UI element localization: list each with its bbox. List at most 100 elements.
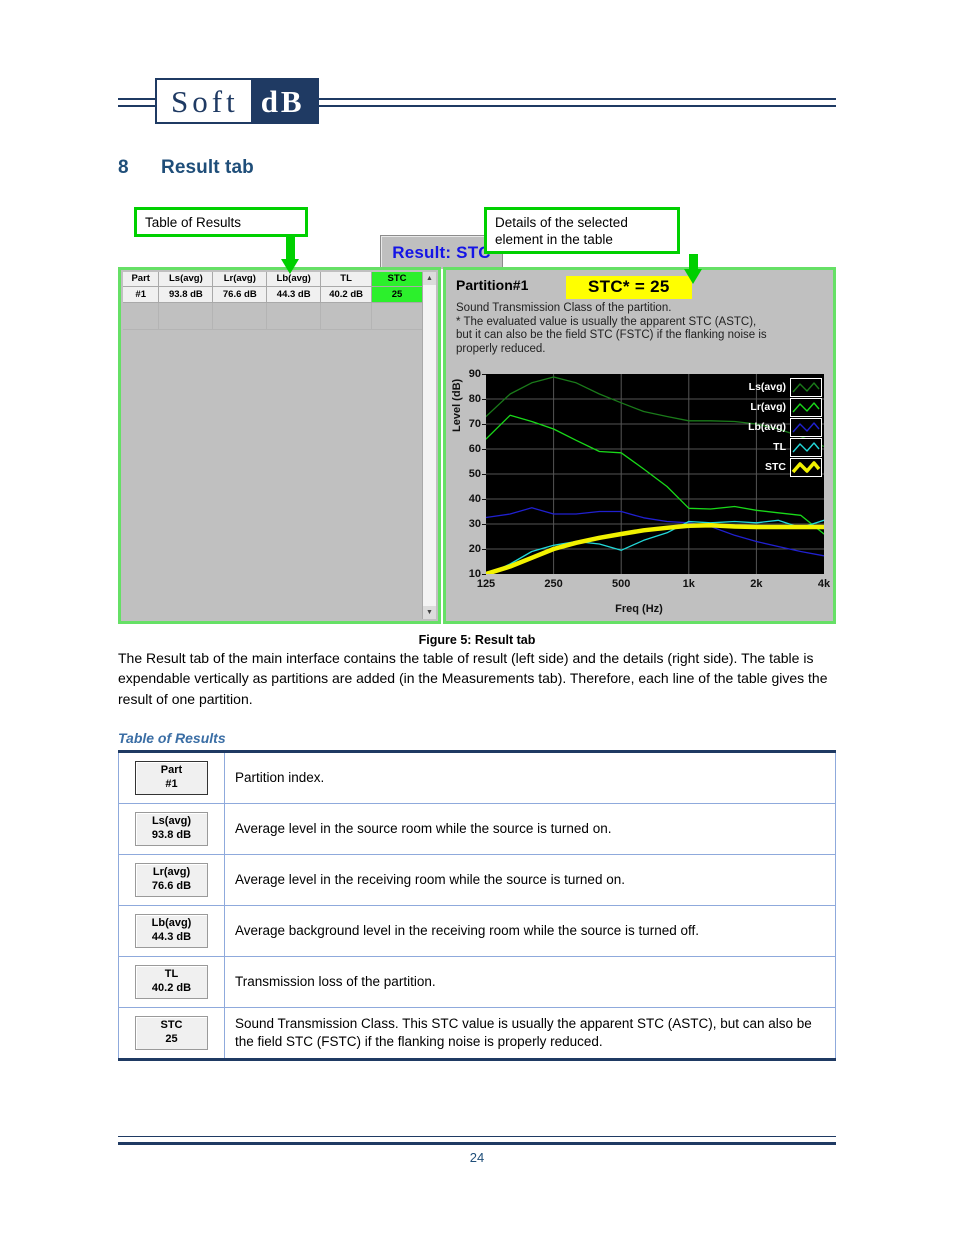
chip-top: Lr(avg) — [152, 865, 191, 878]
column-chip: Part #1 — [135, 760, 208, 796]
chip-bottom: 25 — [165, 1032, 178, 1045]
definition-text: Average background level in the receivin… — [224, 905, 836, 957]
chart-x-axis-label: Freq (Hz) — [615, 603, 663, 615]
chip-top: TL — [164, 967, 179, 980]
x-tick-label: 1k — [682, 578, 695, 590]
definition-row: Lr(avg) 76.6 dB Average level in the recei… — [118, 854, 836, 906]
col-part: Part — [123, 272, 160, 287]
logo-text-soft: Soft — [157, 80, 251, 122]
definition-text: Transmission loss of the partition. — [224, 956, 836, 1008]
cell-part: #1 — [123, 286, 160, 303]
legend-item[interactable]: Lb(avg) — [748, 417, 822, 437]
table-row[interactable]: #1 93.8 dB 76.6 dB 44.3 dB 40.2 dB 25 — [123, 286, 423, 303]
results-grid-header-row: Part Ls(avg) Lr(avg) Lb(avg) TL STC — [123, 272, 423, 287]
tab-result-stc-label: Result: STC — [392, 242, 491, 262]
definition-chip-cell: Part #1 — [118, 750, 225, 804]
y-tick-label: 80 — [468, 393, 487, 405]
chip-top: Lb(avg) — [151, 916, 192, 929]
chip-top: Ls(avg) — [151, 814, 192, 827]
definition-row: Lb(avg) 44.3 dB Average background level i… — [118, 905, 836, 957]
x-tick-label: 125 — [476, 578, 496, 590]
logo-text-db: dB — [250, 80, 317, 122]
cell-lr-avg: 76.6 dB — [212, 286, 268, 303]
chart-plot-area: 10 20 30 40 50 60 70 80 90 125 250 500 1k 2k 4k Ls(av… — [469, 368, 830, 590]
definition-chip-cell: TL 40.2 dB — [118, 956, 225, 1008]
callout-table-of-results: Table of Results — [134, 207, 308, 237]
definition-row: STC 25 Sound Transmission Class. This STC … — [118, 1007, 836, 1061]
cell-ls-avg: 93.8 dB — [158, 286, 214, 303]
sub-heading-table-of-results: Table of Results — [118, 730, 226, 746]
col-lr-avg: Lr(avg) — [212, 272, 268, 287]
callout-details: Details of the selected element in the t… — [484, 207, 680, 254]
scroll-down-icon[interactable]: ▼ — [423, 606, 436, 619]
cell-lb-avg: 44.3 dB — [266, 286, 322, 303]
arrow-to-table-icon — [281, 237, 300, 274]
chip-top: Part — [160, 763, 183, 776]
chart-legend: Ls(avg) Lr(avg) Lb(avg) TL STC — [748, 377, 822, 477]
section-number: 8 — [118, 157, 129, 178]
softdb-logo: Soft dB — [155, 78, 319, 124]
col-stc: STC — [371, 272, 423, 287]
definition-text: Average level in the receiving room whil… — [224, 854, 836, 906]
x-tick-label: 2k — [750, 578, 763, 590]
definition-chip-cell: Lr(avg) 76.6 dB — [118, 854, 225, 906]
stc-chart: Level (dB) Freq (Hz) 10 20 30 40 50 60 70 80 90 … — [451, 368, 830, 615]
legend-swatch — [790, 417, 822, 437]
details-description: Sound Transmission Class of the partitio… — [456, 302, 767, 356]
definition-chip-cell: Ls(avg) 93.8 dB — [118, 803, 225, 855]
y-tick-label: 50 — [468, 468, 487, 480]
chip-bottom: 76.6 dB — [151, 879, 192, 892]
legend-label: Lb(avg) — [748, 421, 786, 433]
legend-swatch — [790, 457, 822, 477]
definition-text: Average level in the source room while t… — [224, 803, 836, 855]
legend-item[interactable]: TL — [748, 437, 822, 457]
legend-label: STC — [765, 461, 786, 473]
chip-bottom: 40.2 dB — [151, 981, 192, 994]
section-title: Result tab — [161, 157, 254, 178]
definition-chip-cell: STC 25 — [118, 1007, 225, 1061]
legend-item[interactable]: Ls(avg) — [748, 377, 822, 397]
column-chip: Ls(avg) 93.8 dB — [135, 811, 208, 847]
y-tick-label: 40 — [468, 493, 487, 505]
chip-top: STC — [160, 1018, 183, 1031]
footer-rule — [118, 1136, 836, 1145]
legend-swatch — [790, 377, 822, 397]
results-grid-scrollbar[interactable]: ▲ ▼ — [422, 272, 436, 619]
scroll-up-icon[interactable]: ▲ — [423, 272, 436, 285]
y-tick-label: 70 — [468, 418, 487, 430]
x-tick-label: 4k — [817, 578, 831, 590]
scrollbar-track[interactable] — [423, 285, 436, 606]
legend-item[interactable]: STC — [748, 457, 822, 477]
details-panel: Partition#1 STC* = 25 Sound Transmission… — [443, 267, 836, 624]
y-tick-label: 20 — [468, 543, 487, 555]
cell-stc: 25 — [371, 286, 423, 303]
x-tick-label: 500 — [612, 578, 631, 590]
body-paragraph: The Result tab of the main interface con… — [118, 650, 828, 707]
definition-text: Partition index. — [224, 750, 836, 804]
legend-label: TL — [773, 441, 786, 453]
chip-bottom: 93.8 dB — [151, 828, 192, 841]
col-lb-avg: Lb(avg) — [266, 272, 322, 287]
chart-y-axis-label: Level (dB) — [451, 378, 463, 432]
y-tick-label: 90 — [468, 368, 487, 380]
figure-result-tab: Table of Results Details of the selected… — [118, 200, 836, 630]
y-tick-label: 30 — [468, 518, 487, 530]
legend-item[interactable]: Lr(avg) — [748, 397, 822, 417]
definitions-table: Part #1 Partition index. Ls(avg) 93.8 dB Aver… — [118, 750, 836, 1061]
legend-swatch — [790, 437, 822, 457]
column-chip: Lr(avg) 76.6 dB — [135, 862, 208, 898]
definition-row: Part #1 Partition index. — [118, 750, 836, 804]
section-heading: 8 Result tab — [118, 157, 254, 179]
column-chip: Lb(avg) 44.3 dB — [135, 913, 208, 949]
figure-caption: Figure 5: Result tab — [418, 633, 536, 647]
legend-label: Ls(avg) — [748, 381, 786, 393]
results-grid[interactable]: Part Ls(avg) Lr(avg) Lb(avg) TL STC #1 9… — [123, 272, 423, 619]
results-table-panel: Part Ls(avg) Lr(avg) Lb(avg) TL STC #1 9… — [118, 267, 441, 624]
footer-page-number: 24 — [469, 1150, 485, 1165]
arrow-to-details-icon — [684, 254, 703, 284]
chip-bottom: #1 — [165, 777, 178, 790]
partition-title: Partition#1 — [456, 277, 529, 293]
definition-text: Sound Transmission Class. This STC value… — [224, 1007, 836, 1061]
y-tick-label: 60 — [468, 443, 487, 455]
definition-chip-cell: Lb(avg) 44.3 dB — [118, 905, 225, 957]
